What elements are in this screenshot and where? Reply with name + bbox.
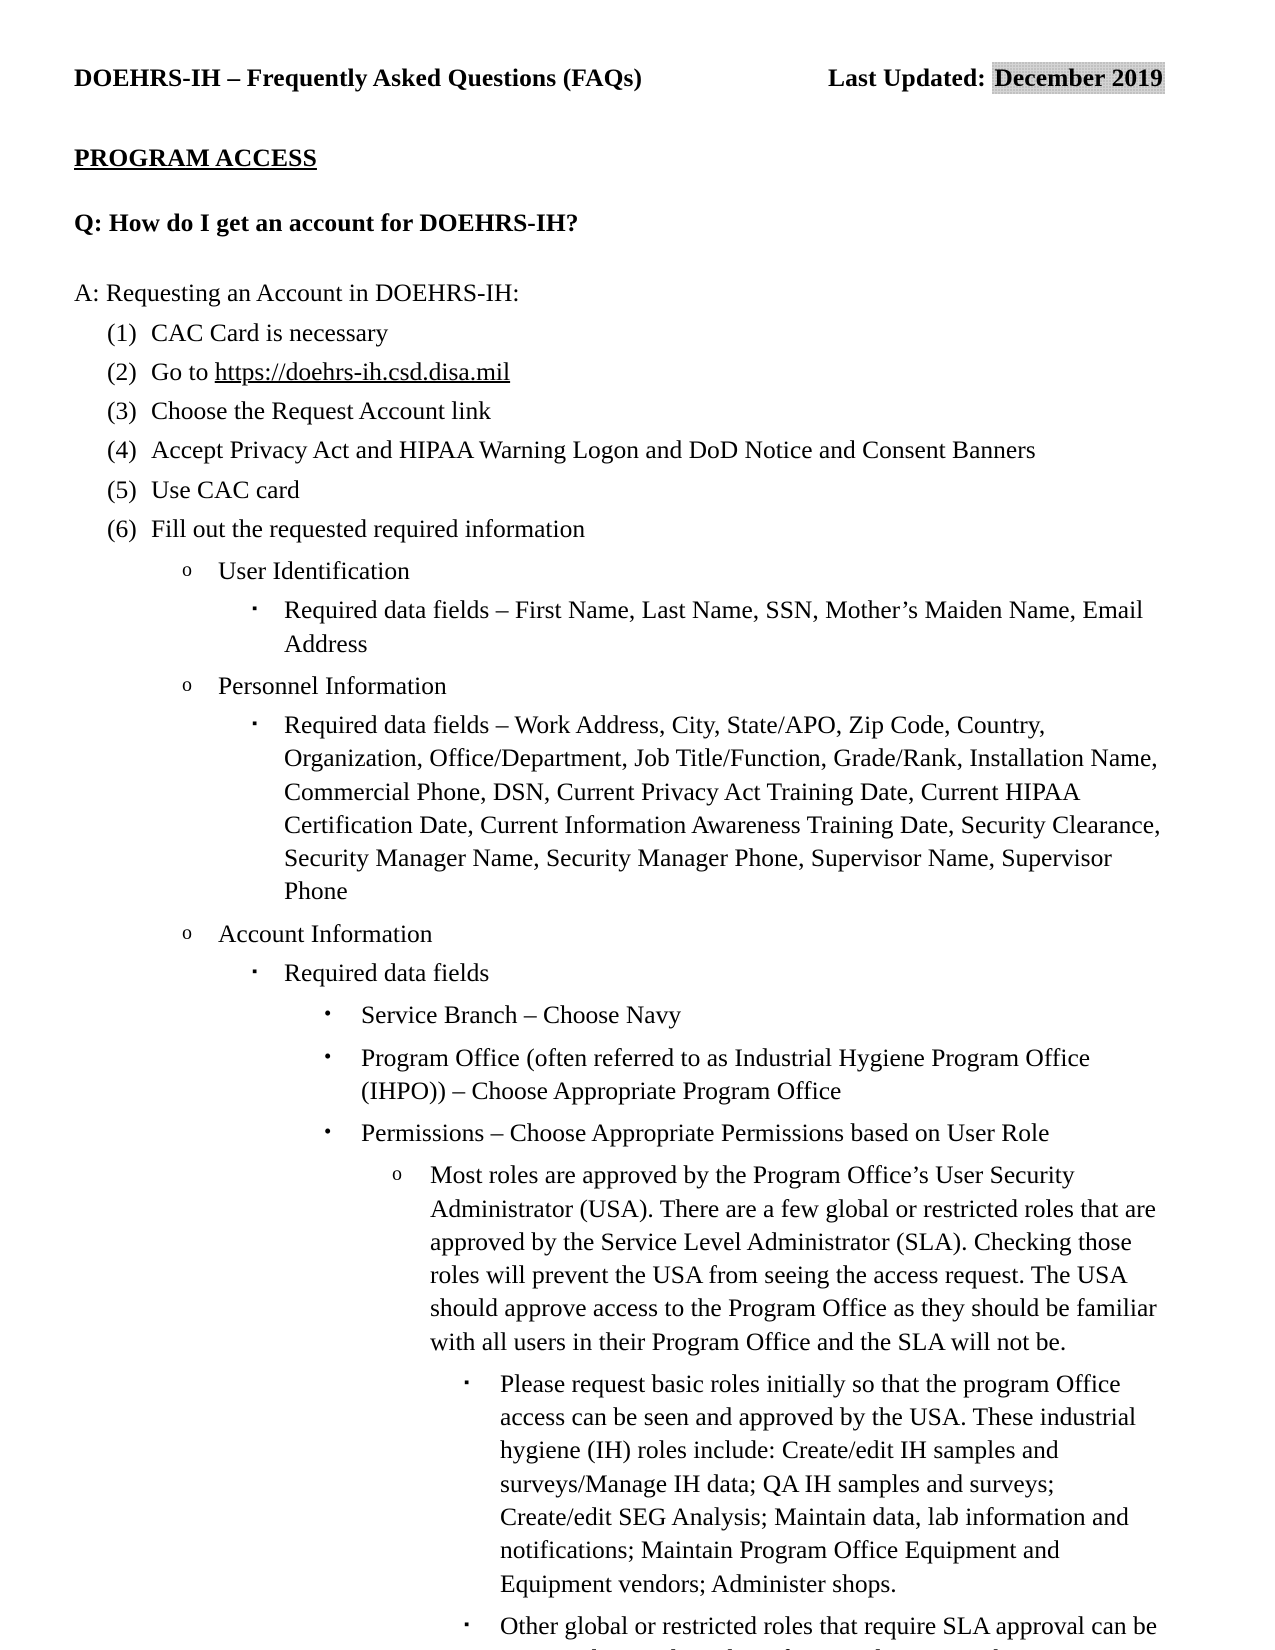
list-item-program-office: • Program Office (often referred to as I… <box>324 1041 1171 1108</box>
square-bullet-icon: ▪ <box>464 1374 470 1391</box>
list-item-step-2: (2) Go to https://doehrs-ih.csd.disa.mil <box>107 355 1171 388</box>
dot-bullet-icon: • <box>324 1001 332 1026</box>
list-item-step-3: (3) Choose the Request Account link <box>107 394 1171 427</box>
doehrs-ih-url-link[interactable]: https://doehrs-ih.csd.disa.mil <box>215 357 510 386</box>
last-updated: Last Updated: December 2019 <box>827 62 1171 94</box>
section-heading-program-access: PROGRAM ACCESS <box>74 143 317 173</box>
square-bullet-icon: ▪ <box>252 964 258 981</box>
list-item-step-5: (5) Use CAC card <box>107 473 1171 506</box>
role-note-text: Other global or restricted roles that re… <box>500 1610 1158 1650</box>
step-number: (2) <box>107 356 137 386</box>
step-number: (6) <box>107 513 137 543</box>
step-text: CAC Card is necessary <box>151 317 389 347</box>
list-item-permissions: • Permissions – Choose Appropriate Permi… <box>324 1116 1171 1149</box>
faq-question: Q: How do I get an account for DOEHRS-IH… <box>74 208 579 238</box>
document-header: DOEHRS-IH – Frequently Asked Questions (… <box>74 62 1171 94</box>
document-page: DOEHRS-IH – Frequently Asked Questions (… <box>0 0 1275 1650</box>
step-text: Fill out the requested required informat… <box>151 513 586 543</box>
list-item-account-information-fields-label: ▪ Required data fields <box>252 956 1171 989</box>
field-text: Service Branch – Choose Navy <box>361 1000 682 1030</box>
faq-answer-intro: A: Requesting an Account in DOEHRS-IH: <box>74 278 520 308</box>
subsection-label: Personnel Information <box>218 670 447 700</box>
circle-bullet-icon: o <box>182 673 192 696</box>
required-fields-text: Required data fields – Work Address, Cit… <box>284 710 1161 906</box>
required-fields-text: Required data fields – First Name, Last … <box>284 595 1144 658</box>
list-item-step-4: (4) Accept Privacy Act and HIPAA Warning… <box>107 433 1171 466</box>
required-fields-label: Required data fields <box>284 958 490 988</box>
square-bullet-icon: ▪ <box>252 716 258 733</box>
step-text: Use CAC card <box>151 474 300 504</box>
field-text: Program Office (often referred to as Ind… <box>361 1042 1091 1105</box>
step-number: (1) <box>107 317 137 347</box>
subsection-label: User Identification <box>218 556 410 586</box>
square-bullet-icon: ▪ <box>464 1616 470 1633</box>
list-item-step-6: (6) Fill out the requested required info… <box>107 512 1171 545</box>
step-text: Accept Privacy Act and HIPAA Warning Log… <box>151 435 1036 465</box>
list-item-step-1: (1) CAC Card is necessary <box>107 316 1171 349</box>
dot-bullet-icon: • <box>324 1119 332 1144</box>
list-item-basic-roles-note: ▪ Please request basic roles initially s… <box>464 1367 1171 1600</box>
square-bullet-icon: ▪ <box>252 601 258 618</box>
last-updated-value: December 2019 <box>992 62 1165 94</box>
role-note-text: Please request basic roles initially so … <box>500 1368 1137 1598</box>
step-number: (3) <box>107 396 137 426</box>
list-item-personnel-information-fields: ▪ Required data fields – Work Address, C… <box>252 708 1171 908</box>
step-number: (4) <box>107 435 137 465</box>
circle-bullet-icon: o <box>182 559 192 582</box>
last-updated-label: Last Updated: <box>827 63 986 92</box>
list-item-user-identification-fields: ▪ Required data fields – First Name, Las… <box>252 593 1171 660</box>
list-item-personnel-information: o Personnel Information <box>182 669 1171 702</box>
list-item-restricted-roles-note: ▪ Other global or restricted roles that … <box>464 1609 1171 1650</box>
dot-bullet-icon: • <box>324 1043 332 1068</box>
list-item-account-information: o Account Information <box>182 917 1171 950</box>
document-title: DOEHRS-IH – Frequently Asked Questions (… <box>74 63 643 92</box>
list-item-user-identification: o User Identification <box>182 554 1171 587</box>
circle-bullet-icon: o <box>182 921 192 944</box>
step-text-prefix: Go to <box>151 356 215 386</box>
list-item-permissions-note: o Most roles are approved by the Program… <box>392 1158 1171 1358</box>
subsection-label: Account Information <box>218 918 433 948</box>
circle-bullet-icon: o <box>392 1163 402 1186</box>
step-text: Go to https://doehrs-ih.csd.disa.mil <box>151 355 1171 388</box>
step-number: (5) <box>107 474 137 504</box>
list-item-service-branch: • Service Branch – Choose Navy <box>324 998 1171 1031</box>
step-text: Choose the Request Account link <box>151 396 491 426</box>
field-text: Permissions – Choose Appropriate Permiss… <box>361 1118 1050 1148</box>
permissions-note-text: Most roles are approved by the Program O… <box>430 1160 1157 1356</box>
